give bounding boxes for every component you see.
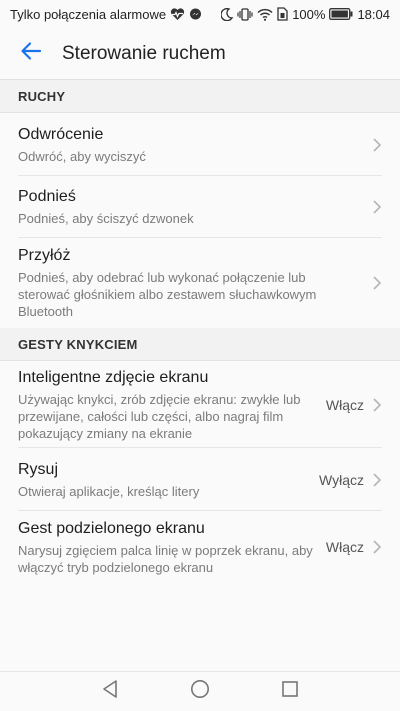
app-bar: Sterowanie ruchem xyxy=(0,28,400,80)
row-text: Odwrócenie Odwróć, aby wyciszyć xyxy=(18,125,364,165)
row-title: Inteligentne zdjęcie ekranu xyxy=(18,368,209,386)
nav-back-button[interactable] xyxy=(98,680,122,704)
status-bar: Tylko połączenia alarmowe 100% 18:04 xyxy=(0,0,400,28)
setting-row-rysuj[interactable]: Rysuj Otwieraj aplikacje, kreśląc litery… xyxy=(0,448,400,511)
battery-icon xyxy=(329,8,353,20)
back-triangle-icon xyxy=(101,679,119,704)
chevron-right-icon xyxy=(372,472,382,488)
row-subtitle: Używając knykci, zrób zdjęcie ekranu: zw… xyxy=(18,391,301,441)
nav-home-button[interactable] xyxy=(188,680,212,704)
row-title: Rysuj xyxy=(18,460,59,478)
chevron-right-icon xyxy=(372,275,382,291)
setting-row-podnies[interactable]: Podnieś Podnieś, aby ściszyć dzwonek xyxy=(0,176,400,238)
setting-row-odwrocenie[interactable]: Odwrócenie Odwróć, aby wyciszyć xyxy=(0,113,400,176)
row-subtitle: Podnieś, aby odebrać lub wykonać połącze… xyxy=(18,270,317,319)
battery-percent: 100% xyxy=(292,6,326,22)
navigation-bar xyxy=(0,671,400,711)
row-text: Podnieś Podnieś, aby ściszyć dzwonek xyxy=(18,187,364,227)
row-text: Przyłóż Podnieś, aby odebrać lub wykonać… xyxy=(18,246,364,320)
heart-pulse-icon xyxy=(170,7,185,21)
section-header-gesty-knykciem: GESTY KNYKCIEM xyxy=(0,328,400,361)
setting-row-gest-podzielonego-ekranu[interactable]: Gest podzielonego ekranu Narysuj zgięcie… xyxy=(0,511,400,583)
section-header-ruchy: RUCHY xyxy=(0,80,400,113)
sim-icon xyxy=(277,7,288,21)
vibrate-icon xyxy=(237,7,253,21)
carrier-text: Tylko połączenia alarmowe xyxy=(10,6,167,22)
status-right: 100% 18:04 xyxy=(221,7,390,22)
status-left: Tylko połączenia alarmowe xyxy=(10,7,202,22)
setting-row-przyloz[interactable]: Przyłóż Podnieś, aby odebrać lub wykonać… xyxy=(0,238,400,328)
wifi-icon xyxy=(257,8,273,21)
row-title: Odwrócenie xyxy=(18,125,104,143)
recents-square-icon xyxy=(281,680,299,703)
row-title: Przyłóż xyxy=(18,247,71,264)
nav-recents-button[interactable] xyxy=(278,680,302,704)
clock-time: 18:04 xyxy=(357,6,390,22)
setting-value: Włącz xyxy=(325,396,364,413)
row-text: Rysuj Otwieraj aplikacje, kreśląc litery xyxy=(18,460,309,500)
row-title: Podnieś xyxy=(18,188,76,205)
row-subtitle: Narysuj zgięciem palca linię w poprzek e… xyxy=(18,542,313,575)
setting-row-inteligentne-zdjecie[interactable]: Inteligentne zdjęcie ekranu Używając kny… xyxy=(0,361,400,448)
row-text: Inteligentne zdjęcie ekranu Używając kny… xyxy=(18,368,316,442)
chevron-right-icon xyxy=(372,397,382,413)
setting-value: Włącz xyxy=(325,539,364,555)
messenger-icon xyxy=(189,8,202,21)
arrow-left-icon xyxy=(19,39,43,68)
back-button[interactable] xyxy=(0,28,62,80)
row-subtitle: Otwieraj aplikacje, kreśląc litery xyxy=(18,483,200,499)
row-subtitle: Odwróć, aby wyciszyć xyxy=(18,148,146,164)
row-subtitle: Podnieś, aby ściszyć dzwonek xyxy=(18,211,194,226)
chevron-right-icon xyxy=(372,539,382,555)
row-text: Gest podzielonego ekranu Narysuj zgięcie… xyxy=(18,519,316,576)
page-title: Sterowanie ruchem xyxy=(62,42,226,64)
chevron-right-icon xyxy=(372,199,382,215)
home-circle-icon xyxy=(190,679,210,704)
setting-value: Wyłącz xyxy=(319,471,364,488)
row-title: Gest podzielonego ekranu xyxy=(18,519,205,537)
moon-icon xyxy=(221,7,234,21)
chevron-right-icon xyxy=(372,137,382,153)
